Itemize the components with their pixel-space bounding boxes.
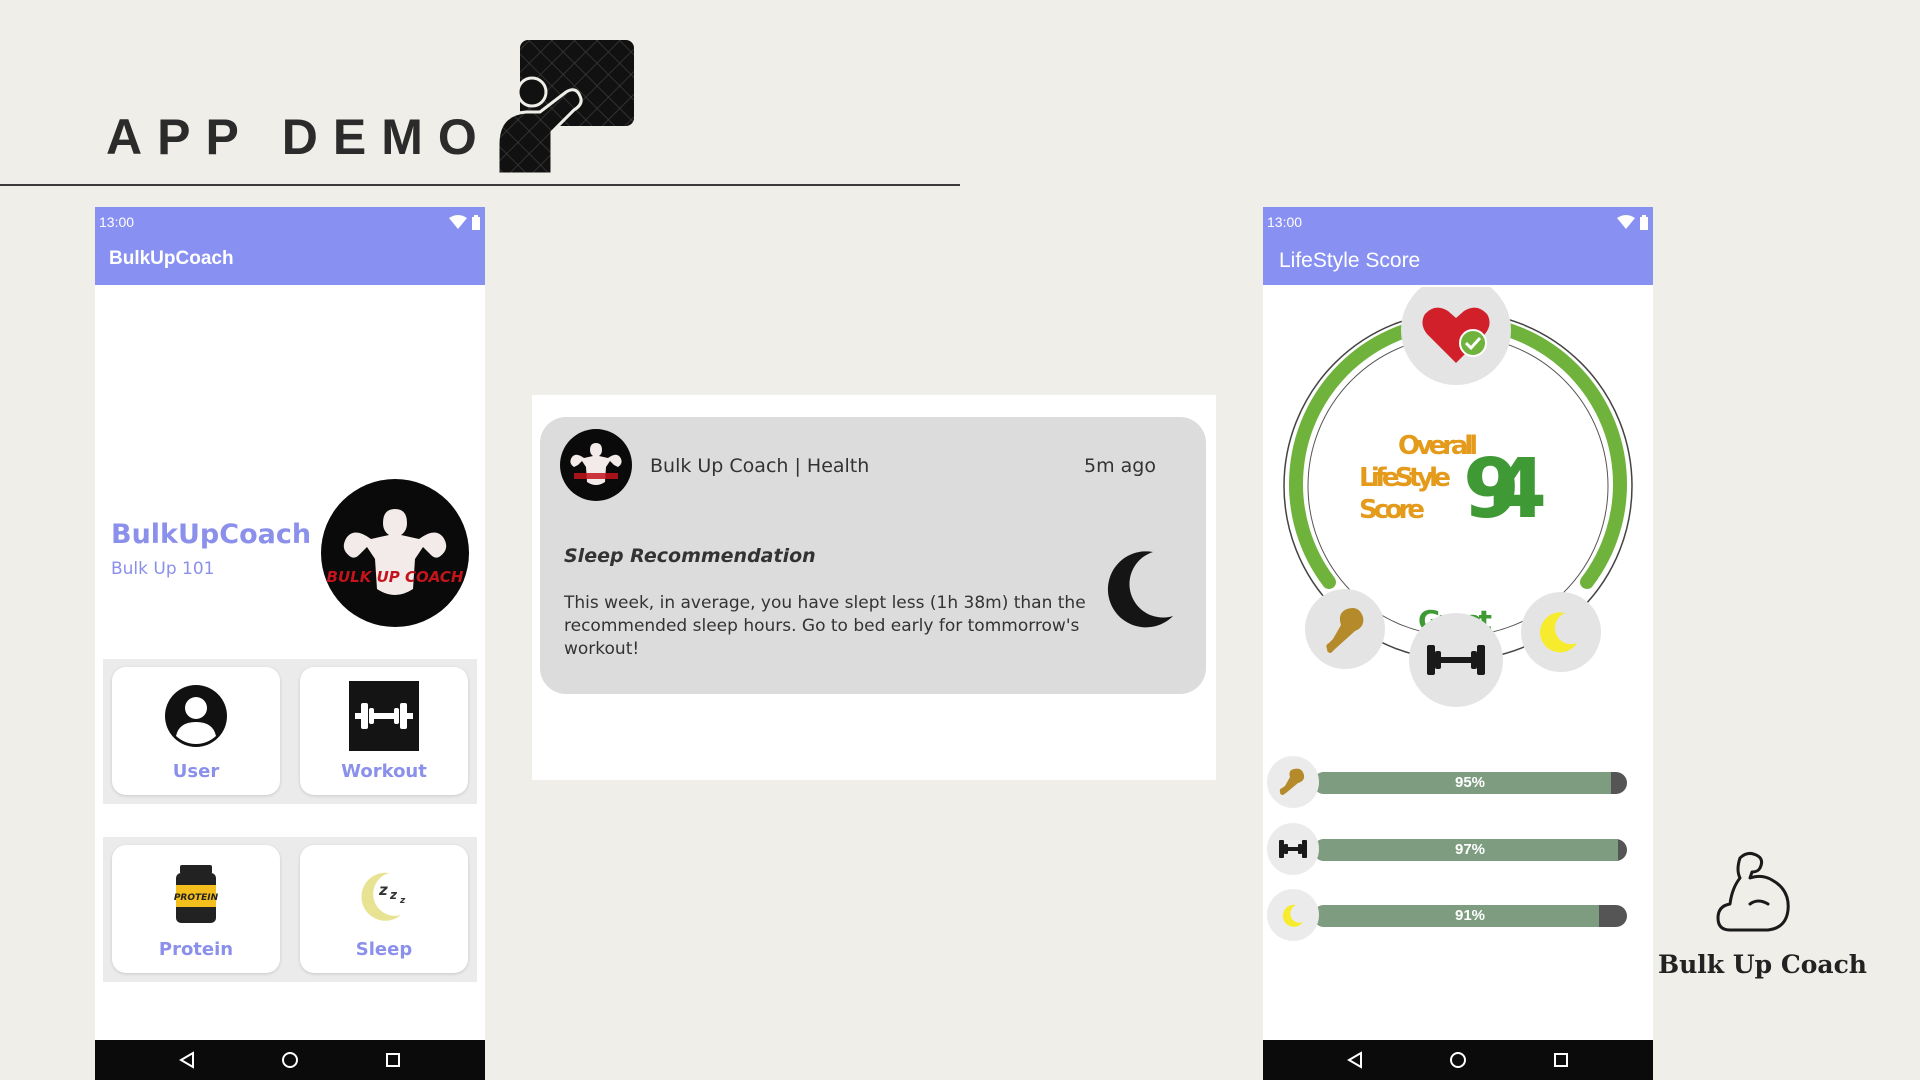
sleep-moon-icon: z z z	[361, 872, 406, 921]
workout-score-bar: 97%	[1267, 823, 1639, 879]
home-button[interactable]	[270, 1040, 310, 1080]
home-icon	[1449, 1052, 1466, 1068]
nav-bar	[95, 1040, 485, 1080]
app-bar-title: BulkUpCoach	[95, 233, 485, 285]
title-divider	[0, 184, 960, 186]
moon-icon	[1107, 551, 1173, 628]
nutrition-score-bar: 95%	[1267, 756, 1639, 812]
back-icon	[178, 1051, 194, 1069]
notification-title: Sleep Recommendation	[564, 545, 816, 567]
workout-tile-label: Workout	[341, 761, 427, 782]
user-tile[interactable]: User	[112, 667, 280, 795]
gauge-label-line2: LifeStyle	[1359, 463, 1451, 493]
user-tile-label: User	[172, 761, 220, 782]
brand-name: BulkUpCoach	[111, 519, 312, 550]
back-button[interactable]	[1335, 1040, 1375, 1080]
svg-text:z: z	[389, 888, 398, 902]
notification-card[interactable]: Bulk Up Coach | Health 5m ago Sleep Reco…	[540, 417, 1206, 694]
gauge-label-line3: Score	[1359, 495, 1425, 525]
progress-label: 91%	[1454, 907, 1486, 924]
notification-time: 5m ago	[1084, 455, 1156, 477]
menu-panel-top: User Workout	[103, 659, 477, 804]
brand-corner-name: Bulk Up Coach	[1658, 950, 1867, 979]
home-icon	[281, 1052, 298, 1068]
notification-panel: Bulk Up Coach | Health 5m ago Sleep Reco…	[532, 395, 1216, 780]
logo-text: BULK UP COACH	[327, 568, 464, 586]
workout-badge	[1409, 613, 1503, 707]
wifi-icon	[1617, 215, 1635, 229]
home-button[interactable]	[1438, 1040, 1478, 1080]
protein-tile[interactable]: PROTEIN Protein	[112, 845, 280, 973]
protein-tile-label: Protein	[158, 939, 234, 960]
svg-text:z: z	[399, 896, 406, 906]
nav-bar	[1263, 1040, 1653, 1080]
recents-button[interactable]	[1541, 1040, 1581, 1080]
dumbbell-icon	[349, 681, 419, 751]
dumbbell-icon	[1267, 823, 1319, 875]
sleep-badge	[1521, 592, 1601, 672]
slide-title: APP DEMO	[106, 109, 492, 165]
status-bar: 13:00	[1263, 207, 1653, 233]
progress-label: 95%	[1454, 774, 1486, 791]
home-screen: 13:00 BulkUpCoach BulkUpCoach Bulk Up 10…	[95, 207, 485, 1080]
protein-jar-text: PROTEIN	[174, 893, 219, 903]
progress-label: 97%	[1454, 841, 1486, 858]
notification-app-name: Bulk Up Coach | Health	[650, 455, 870, 477]
workout-tile[interactable]: Workout	[300, 667, 468, 795]
app-bar-title: LifeStyle Score	[1263, 233, 1653, 285]
check-icon	[1459, 329, 1487, 357]
status-time: 13:00	[99, 214, 135, 230]
wifi-icon	[449, 215, 467, 229]
sleep-score-bar: 91%	[1267, 889, 1639, 945]
battery-icon	[472, 214, 480, 230]
back-icon	[1346, 1051, 1362, 1069]
presenter-icon	[496, 40, 634, 176]
status-bar: 13:00	[95, 207, 485, 233]
drumstick-icon	[1267, 756, 1319, 808]
progress-track: 91%	[1313, 905, 1627, 927]
moon-icon	[1267, 889, 1319, 941]
flexed-arm-icon	[1716, 851, 1790, 932]
sleep-tile[interactable]: z z z Sleep	[300, 845, 468, 973]
score-value: 94	[1463, 442, 1547, 537]
score-screen: 13:00 LifeStyle Score Overall LifeStyle …	[1263, 207, 1653, 1080]
user-icon	[165, 685, 227, 747]
back-button[interactable]	[167, 1040, 207, 1080]
progress-track: 97%	[1313, 839, 1627, 861]
heart-badge	[1401, 287, 1511, 385]
notification-body: This week, in average, you have slept le…	[564, 593, 1086, 659]
menu-panel-bottom: PROTEIN Protein z z z Sleep	[103, 837, 477, 982]
svg-text:z: z	[378, 881, 388, 899]
sleep-tile-label: Sleep	[355, 939, 413, 960]
status-time: 13:00	[1267, 214, 1303, 230]
recents-button[interactable]	[373, 1040, 413, 1080]
battery-icon	[1640, 214, 1648, 230]
progress-track: 95%	[1313, 772, 1627, 794]
app-avatar-icon	[560, 429, 632, 501]
protein-jar-icon: PROTEIN	[174, 865, 219, 923]
recents-icon	[1554, 1053, 1569, 1067]
lifestyle-gauge: Overall LifeStyle Score 94 Great	[1283, 287, 1633, 707]
bodybuilder-logo: BULK UP COACH	[321, 479, 469, 627]
brand-subtitle: Bulk Up 101	[111, 559, 215, 579]
nutrition-badge	[1305, 589, 1385, 669]
recents-icon	[386, 1053, 401, 1067]
